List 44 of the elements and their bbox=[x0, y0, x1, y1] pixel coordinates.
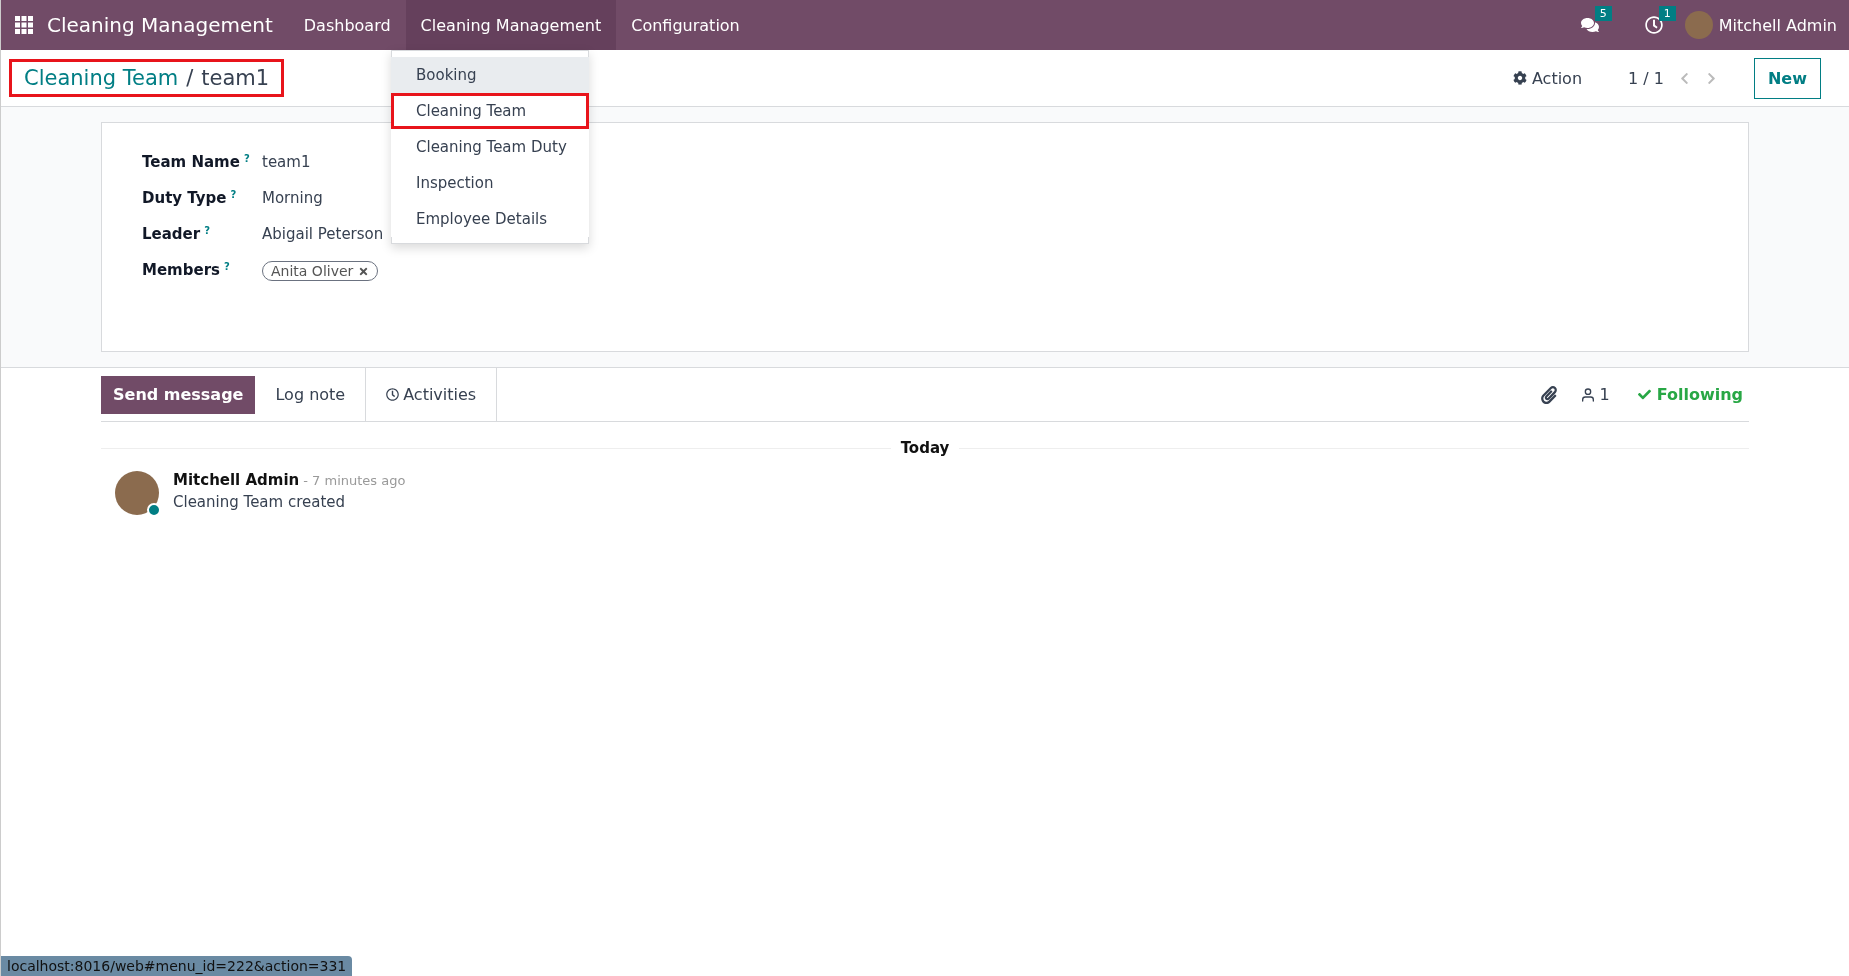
send-message-button[interactable]: Send message bbox=[101, 375, 256, 414]
user-name[interactable]: Mitchell Admin bbox=[1718, 15, 1837, 35]
breadcrumb-separator: / bbox=[186, 66, 194, 90]
user-icon bbox=[1580, 386, 1597, 403]
gear-icon bbox=[1512, 71, 1527, 85]
action-button[interactable]: Action bbox=[1506, 67, 1589, 89]
clock-icon bbox=[386, 388, 400, 401]
nav-menu-item[interactable]: Configuration bbox=[616, 0, 755, 50]
dropdown-item[interactable]: Inspection bbox=[391, 165, 589, 201]
message-body: Cleaning Team created bbox=[173, 493, 347, 511]
date-separator: Today bbox=[890, 439, 960, 457]
new-button[interactable]: New bbox=[1753, 57, 1821, 99]
nav-menu-item[interactable]: Dashboard bbox=[288, 0, 406, 50]
field-label: Duty Type $^{?}$ bbox=[142, 189, 238, 207]
clock-icon[interactable] bbox=[1644, 16, 1663, 34]
check-icon bbox=[1637, 388, 1651, 401]
breadcrumb-link[interactable]: Cleaning Team bbox=[24, 66, 179, 90]
paperclip-icon[interactable] bbox=[1540, 385, 1559, 404]
help-tooltip[interactable]: ? bbox=[243, 153, 250, 171]
help-tooltip[interactable]: ? bbox=[204, 225, 210, 243]
message-time: - 7 minutes ago bbox=[303, 473, 406, 488]
field-label: Leader $^{?}$ bbox=[142, 225, 211, 243]
message-author[interactable]: Mitchell Admin bbox=[173, 471, 300, 489]
message-count-badge: 5 bbox=[1594, 6, 1612, 21]
chat-icon[interactable] bbox=[1580, 16, 1599, 34]
activities-button[interactable]: Activities bbox=[365, 368, 498, 421]
status-url: localhost:8016/web#menu_id=222&action=331 bbox=[1, 956, 353, 976]
followers-button[interactable]: 1 bbox=[1574, 384, 1616, 405]
activity-count-badge: 1 bbox=[1658, 6, 1676, 21]
author-avatar[interactable] bbox=[115, 471, 159, 515]
field-label: Team Name $^{?}$ bbox=[142, 153, 251, 171]
log-note-button[interactable]: Log note bbox=[255, 375, 366, 414]
help-tooltip[interactable]: ? bbox=[230, 189, 237, 207]
help-tooltip[interactable]: ? bbox=[223, 261, 230, 281]
field-label: Members $^{?}$ bbox=[142, 261, 231, 281]
dropdown-item[interactable]: Booking bbox=[391, 57, 589, 93]
dropdown-item[interactable]: Employee Details bbox=[391, 201, 589, 237]
dropdown-item[interactable]: Cleaning Team Duty bbox=[391, 129, 589, 165]
dropdown-item[interactable]: Cleaning Team bbox=[391, 93, 589, 129]
pager-value[interactable]: 1 / 1 bbox=[1628, 68, 1664, 88]
remove-icon[interactable] bbox=[358, 265, 370, 277]
app-name[interactable]: Cleaning Management bbox=[47, 0, 289, 50]
nav-menu-item[interactable]: Cleaning Management bbox=[405, 0, 617, 50]
breadcrumb-current: team1 bbox=[201, 66, 270, 90]
